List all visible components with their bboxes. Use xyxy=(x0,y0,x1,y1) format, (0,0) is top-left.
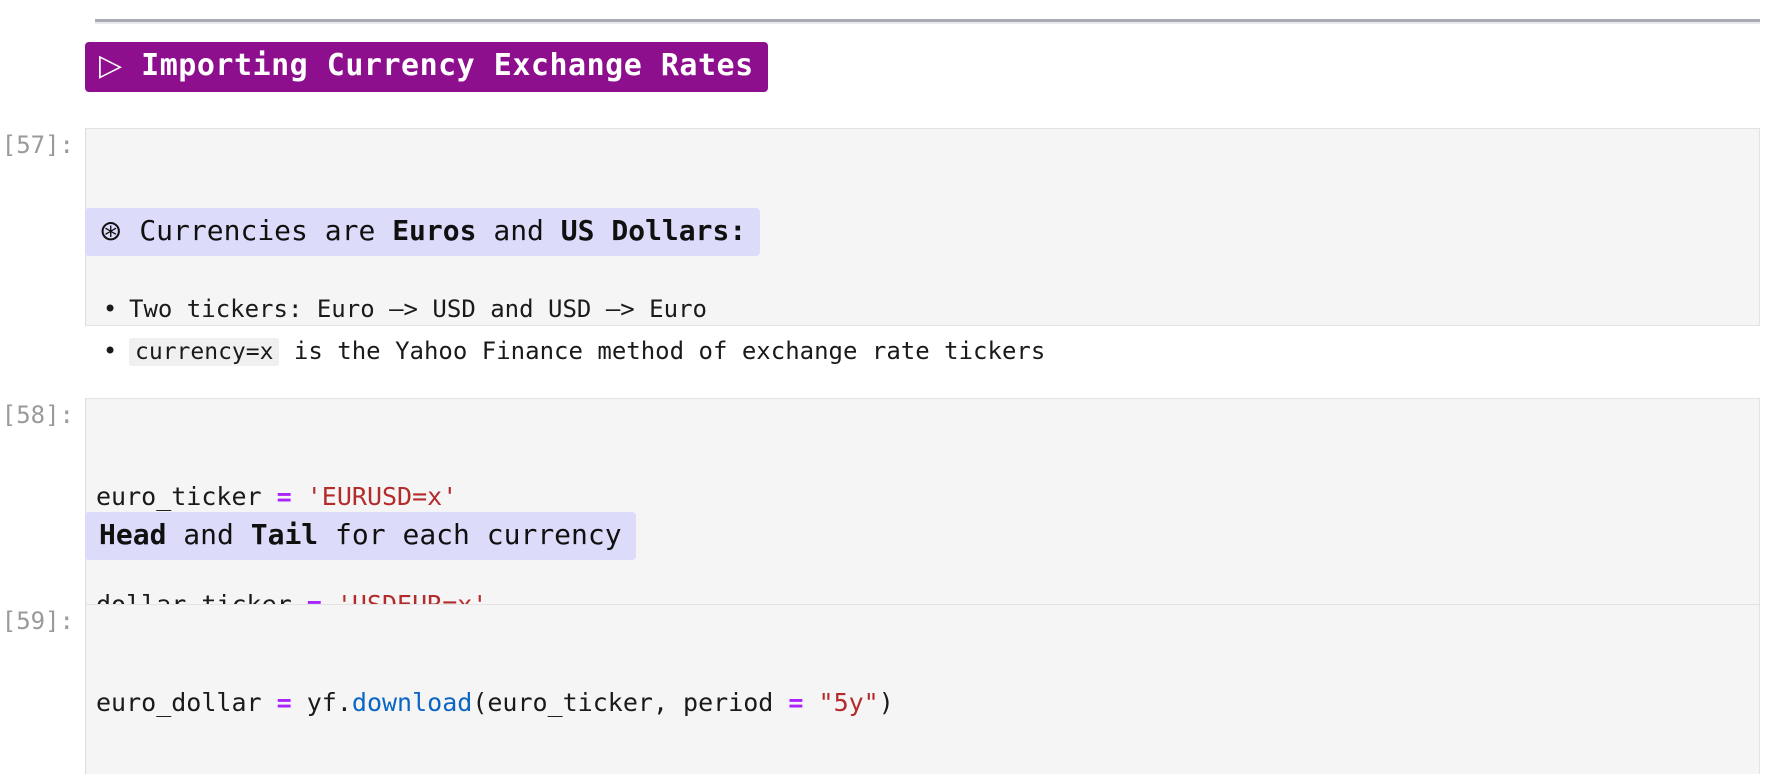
prompt-empty-head-tail xyxy=(0,512,85,546)
circled-asterisk-icon: ⊛ xyxy=(99,214,123,247)
section-divider xyxy=(95,19,1760,24)
heading-text: Importing Currency Exchange Rates xyxy=(141,48,754,83)
bullet-list: Two tickers: Euro –> USD and USD –> Euro… xyxy=(85,288,1760,373)
head-tail-badge: Head and Tail for each currency xyxy=(85,512,636,560)
code-token-operator: = xyxy=(276,482,292,511)
prompt-empty-output xyxy=(0,700,85,734)
head-tail-text-part: for each currency xyxy=(318,518,622,551)
prompt-empty-currencies xyxy=(0,208,85,242)
code-token-string: 'EURUSD=x' xyxy=(306,482,458,511)
list-item: Two tickers: Euro –> USD and USD –> Euro xyxy=(103,288,1760,330)
cell-output-59: [**********************100%*************… xyxy=(0,700,1776,774)
heading-badge-container: ▷ Importing Currency Exchange Rates xyxy=(85,42,1760,92)
markdown-cell-currencies[interactable]: ⊛ Currencies are Euros and US Dollars: xyxy=(0,208,1776,256)
bullet-list-container: Two tickers: Euro –> USD and USD –> Euro… xyxy=(85,288,1760,373)
prompt-58: [58]: xyxy=(1,401,74,429)
currencies-text-part: Currencies are xyxy=(122,214,393,247)
code-line: euro_ticker = 'EURUSD=x' xyxy=(96,479,1749,515)
markdown-cell-head-tail[interactable]: Head and Tail for each currency xyxy=(0,512,1776,560)
prompt-empty-list xyxy=(0,288,85,322)
head-label: Head xyxy=(99,518,167,551)
inline-code-token: currency=x xyxy=(129,338,280,366)
currencies-badge-container: ⊛ Currencies are Euros and US Dollars: xyxy=(85,208,1760,256)
head-tail-badge-container: Head and Tail for each currency xyxy=(85,512,1760,560)
prompt-59: [59]: xyxy=(1,607,74,635)
markdown-cell-list[interactable]: Two tickers: Euro –> USD and USD –> Euro… xyxy=(0,288,1776,373)
prompt-57: [57]: xyxy=(1,131,74,159)
code-token: euro_ticker xyxy=(96,482,277,511)
triangle-right-outline-icon: ▷ xyxy=(99,48,123,83)
currencies-badge: ⊛ Currencies are Euros and US Dollars: xyxy=(85,208,761,256)
prompt-empty-heading xyxy=(0,42,85,76)
currencies-text-part: and xyxy=(476,214,561,247)
markdown-cell-heading[interactable]: ▷ Importing Currency Exchange Rates xyxy=(0,42,1776,92)
list-item-text: is the Yahoo Finance method of exchange … xyxy=(279,337,1046,365)
tail-label: Tail xyxy=(250,518,319,551)
stdout-output: [**********************100%*************… xyxy=(85,700,1760,774)
jupyter-notebook-page: ▷ Importing Currency Exchange Rates [57]… xyxy=(0,0,1776,774)
list-item: currency=x is the Yahoo Finance method o… xyxy=(103,330,1760,373)
list-item-text: Two tickers: Euro –> USD and USD –> Euro xyxy=(129,295,707,323)
heading-badge: ▷ Importing Currency Exchange Rates xyxy=(85,42,768,92)
currencies-text-part-bold: US Dollars: xyxy=(560,214,747,247)
currencies-text-part-bold: Euros xyxy=(392,214,477,247)
head-tail-text-part: and xyxy=(166,518,251,551)
